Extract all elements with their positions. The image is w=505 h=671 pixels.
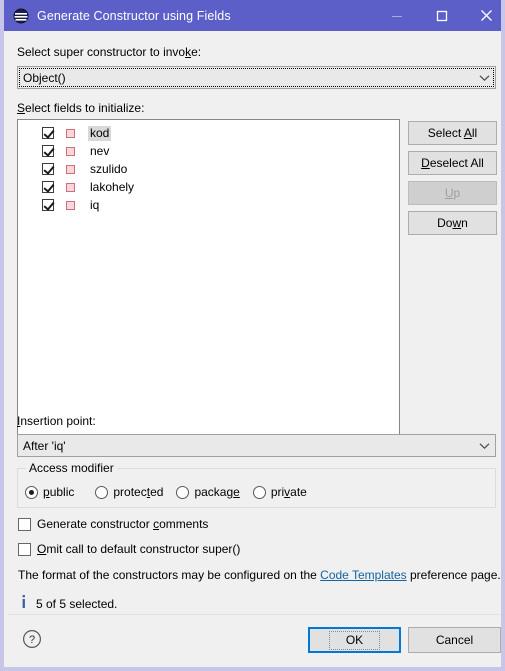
- list-item[interactable]: szulido: [18, 160, 399, 178]
- window-title: Generate Constructor using Fields: [37, 8, 231, 23]
- svg-text:?: ?: [29, 634, 35, 646]
- eclipse-java-icon: [13, 8, 29, 24]
- maximize-icon[interactable]: [419, 0, 464, 31]
- radio-button-private[interactable]: [252, 485, 266, 499]
- note-before: The format of the constructors may be co…: [18, 568, 321, 582]
- insertion-point-combo[interactable]: After 'iq': [17, 434, 496, 457]
- cancel-button-label: Cancel: [435, 633, 474, 647]
- checkbox-box[interactable]: [18, 542, 31, 556]
- radio-protected[interactable]: protected: [95, 485, 163, 499]
- status-text: 5 of 5 selected.: [36, 597, 118, 611]
- field-name: lakohely: [90, 179, 135, 194]
- deselect-all-label: Deselect All: [421, 156, 484, 170]
- radio-label-package: package: [194, 485, 240, 499]
- dialog-window: Generate Constructor using Fields Select…: [0, 0, 505, 671]
- ok-button[interactable]: OK: [308, 627, 401, 653]
- move-up-button: Up: [408, 181, 497, 205]
- list-item[interactable]: lakohely: [18, 178, 399, 196]
- generate-comments-checkbox[interactable]: Generate constructor comments: [18, 517, 208, 531]
- super-constructor-value: Object(): [23, 70, 66, 85]
- field-checkbox[interactable]: [42, 145, 54, 157]
- close-icon[interactable]: [464, 0, 501, 31]
- super-constructor-label: Select super constructor to invoke:: [17, 45, 202, 59]
- title-bar: Generate Constructor using Fields: [4, 0, 501, 31]
- info-icon: [22, 595, 26, 613]
- field-name: szulido: [90, 161, 128, 176]
- code-templates-link[interactable]: Code Templates: [320, 568, 407, 582]
- radio-private[interactable]: private: [252, 485, 307, 499]
- insertion-point-label: Insertion point:: [17, 414, 96, 428]
- private-field-icon: [66, 182, 75, 192]
- private-field-icon: [66, 200, 75, 210]
- private-field-icon: [66, 146, 75, 156]
- radio-label-public: public: [43, 485, 75, 499]
- generate-comments-label: Generate constructor comments: [37, 517, 209, 531]
- move-down-label: Down: [437, 216, 468, 230]
- dialog-footer: ? OK Cancel: [8, 614, 501, 667]
- radio-label-protected: protected: [113, 485, 164, 499]
- field-checkbox[interactable]: [42, 163, 54, 175]
- fields-label: Select fields to initialize:: [17, 101, 145, 115]
- insertion-point-value: After 'iq': [23, 438, 66, 453]
- access-modifier-group: Access modifier public protected package…: [17, 461, 496, 508]
- list-item[interactable]: kod: [18, 124, 399, 142]
- dialog-body: Select super constructor to invoke: Obje…: [8, 31, 501, 667]
- chevron-down-icon[interactable]: [473, 74, 495, 82]
- move-up-label: Up: [444, 186, 461, 200]
- list-item[interactable]: nev: [18, 142, 399, 160]
- radio-button-protected[interactable]: [95, 485, 109, 499]
- deselect-all-button[interactable]: Deselect All: [408, 151, 497, 175]
- minimize-icon[interactable]: [374, 0, 419, 31]
- cancel-button[interactable]: Cancel: [408, 627, 501, 653]
- status-bar: 5 of 5 selected.: [22, 595, 117, 613]
- omit-super-call-label: Omit call to default constructor super(): [37, 542, 241, 556]
- select-all-button[interactable]: Select All: [408, 121, 497, 145]
- mnemonic-char: e: [233, 485, 240, 499]
- fields-list-rows: kod nev szulido lakohely iq: [18, 120, 399, 214]
- field-checkbox[interactable]: [42, 127, 54, 139]
- select-all-label: Select All: [427, 126, 478, 140]
- list-item[interactable]: iq: [18, 196, 399, 214]
- field-name: iq: [90, 197, 100, 212]
- chevron-down-icon[interactable]: [473, 442, 495, 450]
- fields-list[interactable]: kod nev szulido lakohely iq: [17, 119, 400, 441]
- access-modifier-title: Access modifier: [26, 461, 117, 475]
- radio-label-private: private: [270, 485, 307, 499]
- ok-button-label: OK: [328, 630, 381, 650]
- radio-public[interactable]: public: [25, 485, 74, 499]
- mnemonic-char: D: [421, 156, 430, 170]
- note-after: preference page.: [406, 568, 501, 582]
- help-question-icon[interactable]: ?: [22, 629, 42, 649]
- code-templates-note: The format of the constructors may be co…: [18, 568, 501, 582]
- radio-button-public[interactable]: [25, 485, 38, 499]
- access-modifier-options: public protected package private: [25, 485, 307, 499]
- super-constructor-combo[interactable]: Object(): [17, 66, 496, 89]
- private-field-icon: [66, 164, 75, 174]
- mnemonic-char: w: [452, 216, 462, 230]
- field-checkbox[interactable]: [42, 181, 54, 193]
- mnemonic-char: O: [37, 542, 47, 556]
- field-checkbox[interactable]: [42, 199, 54, 211]
- mnemonic-char: A: [463, 126, 472, 140]
- mnemonic-char: p: [43, 485, 50, 499]
- field-name: nev: [90, 143, 110, 158]
- mnemonic-char: S: [17, 101, 26, 115]
- move-down-button[interactable]: Down: [408, 211, 497, 235]
- checkbox-box[interactable]: [18, 517, 31, 531]
- radio-button-package[interactable]: [176, 485, 190, 499]
- field-name: kod: [88, 125, 112, 141]
- omit-super-call-checkbox[interactable]: Omit call to default constructor super(): [18, 542, 240, 556]
- private-field-icon: [66, 128, 75, 138]
- radio-package[interactable]: package: [176, 485, 240, 499]
